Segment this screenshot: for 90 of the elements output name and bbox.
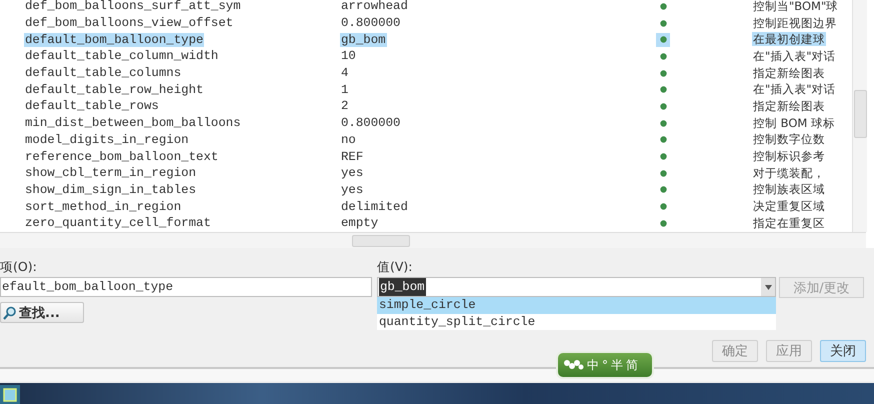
- option-description: 在"插入表"对话: [752, 48, 837, 63]
- status-dot-icon: [660, 52, 666, 60]
- option-description: 对于缆装配，: [752, 166, 826, 180]
- status-dot-icon: [660, 70, 666, 77]
- option-description: 在最初创建球: [752, 32, 826, 46]
- option-name: def_bom_balloons_surf_att_sym: [24, 0, 242, 14]
- dialog-button[interactable]: 关闭: [820, 340, 866, 362]
- option-value: yes: [340, 182, 364, 197]
- option-row[interactable]: reference_bom_balloon_text REF 控制标识参考: [0, 148, 852, 165]
- option-name: reference_bom_balloon_text: [24, 150, 220, 164]
- option-description: 指定在重复区: [752, 216, 826, 230]
- ime-status-text[interactable]: 半: [611, 356, 623, 374]
- option-value: 10: [340, 49, 357, 64]
- option-description: 控制族表区域: [752, 182, 826, 196]
- scrollbar-thumb[interactable]: [854, 90, 867, 138]
- option-value: delimited: [340, 200, 409, 214]
- option-row[interactable]: show_dim_sign_in_tables yes 控制族表区域: [0, 182, 852, 198]
- status-dot-icon: [660, 36, 666, 44]
- option-name: show_dim_sign_in_tables: [24, 182, 198, 197]
- ime-status-text[interactable]: 简: [626, 356, 638, 374]
- option-row[interactable]: default_table_columns 4 指定新绘图表: [0, 64, 852, 82]
- option-description: 控制数字位数: [752, 132, 826, 146]
- status-dot-icon: [660, 102, 666, 110]
- option-description: 指定新绘图表: [752, 98, 826, 113]
- option-row[interactable]: show_cbl_term_in_region yes 对于缆装配，: [0, 164, 852, 182]
- option-row[interactable]: def_bom_balloons_view_offset 0.800000 控制距视图边界: [0, 14, 852, 32]
- scrollbar-thumb[interactable]: [352, 235, 410, 247]
- option-description: 在"插入表"对话: [752, 82, 837, 96]
- option-name: show_cbl_term_in_region: [24, 166, 198, 180]
- option-description: 控制 BOM 球标: [752, 116, 836, 130]
- option-row[interactable]: default_table_column_width 10 在"插入表"对话: [0, 48, 852, 65]
- status-dot-icon: [660, 220, 666, 227]
- dropdown-option[interactable]: simple_circle: [377, 297, 776, 314]
- window-icon: [3, 388, 17, 402]
- option-value: 1: [340, 82, 350, 97]
- option-name: min_dist_between_bom_balloons: [24, 116, 242, 130]
- dropdown-arrow-icon: [764, 284, 772, 290]
- option-row[interactable]: model_digits_in_region no 控制数字位数: [0, 132, 852, 148]
- option-value: 2: [340, 99, 350, 114]
- status-dot-icon: [660, 136, 666, 144]
- option-name: default_table_column_width: [24, 49, 220, 64]
- status-dot-icon: [660, 2, 666, 10]
- option-input-field[interactable]: efault_bom_balloon_type: [0, 277, 372, 297]
- option-description: 控制当"BOM"球: [752, 0, 840, 13]
- option-value: empty: [340, 216, 380, 230]
- search-icon: [3, 306, 17, 320]
- option-name: model_digits_in_region: [24, 132, 190, 147]
- option-name: sort_method_in_region: [24, 200, 182, 214]
- option-name: default_table_row_height: [24, 82, 204, 97]
- option-name: default_table_rows: [24, 99, 160, 114]
- value-combo-box[interactable]: gb_bom: [377, 277, 776, 297]
- horizontal-scrollbar[interactable]: [0, 232, 866, 248]
- option-row[interactable]: zero_quantity_cell_format empty 指定在重复区: [0, 214, 852, 232]
- option-description: 控制标识参考: [752, 149, 826, 164]
- option-value: REF: [340, 150, 364, 164]
- option-value: arrowhead: [340, 0, 409, 14]
- option-value: no: [340, 132, 357, 147]
- ime-toolbar[interactable]: 中 ° 半 简: [556, 351, 654, 379]
- option-row[interactable]: min_dist_between_bom_balloons 0.800000 控制 BOM 球标: [0, 114, 852, 132]
- start-button[interactable]: [0, 385, 20, 404]
- status-dot-icon: [660, 186, 666, 194]
- option-name: default_table_columns: [24, 66, 182, 80]
- option-description: 决定重复区域: [752, 199, 826, 214]
- status-dot-icon: [660, 153, 666, 160]
- status-dot-icon: [660, 20, 666, 27]
- status-dot-icon: [660, 120, 666, 127]
- find-button[interactable]: 查找...: [0, 302, 84, 323]
- status-dot-icon: [660, 170, 666, 177]
- option-label: 项(O):: [0, 258, 38, 276]
- option-description: 控制距视图边界: [752, 16, 838, 30]
- option-value: 0.800000: [340, 16, 402, 30]
- option-row[interactable]: sort_method_in_region delimited 决定重复区域: [0, 198, 852, 215]
- option-value: 0.800000: [340, 116, 402, 130]
- option-value: yes: [340, 166, 364, 180]
- option-row[interactable]: def_bom_balloons_surf_att_sym arrowhead 控制当"BOM"球: [0, 0, 852, 15]
- option-name: def_bom_balloons_view_offset: [24, 16, 234, 30]
- option-description: 指定新绘图表: [752, 66, 826, 80]
- vertical-scrollbar[interactable]: [852, 0, 867, 232]
- value-label: 值(V):: [377, 258, 414, 276]
- option-name: zero_quantity_cell_format: [24, 216, 212, 230]
- option-row[interactable]: default_bom_balloon_type gb_bom 在最初创建球: [0, 31, 852, 48]
- option-value: 4: [340, 66, 350, 80]
- status-dot-icon: [660, 86, 666, 94]
- option-name: default_bom_balloon_type: [24, 32, 204, 47]
- option-row[interactable]: default_table_rows 2 指定新绘图表: [0, 98, 852, 115]
- ime-status-text[interactable]: 中: [587, 356, 599, 374]
- status-dot-icon: [660, 203, 666, 210]
- dropdown-option[interactable]: quantity_split_circle: [377, 314, 776, 330]
- option-row[interactable]: default_table_row_height 1 在"插入表"对话: [0, 81, 852, 98]
- option-value: gb_bom: [340, 32, 387, 47]
